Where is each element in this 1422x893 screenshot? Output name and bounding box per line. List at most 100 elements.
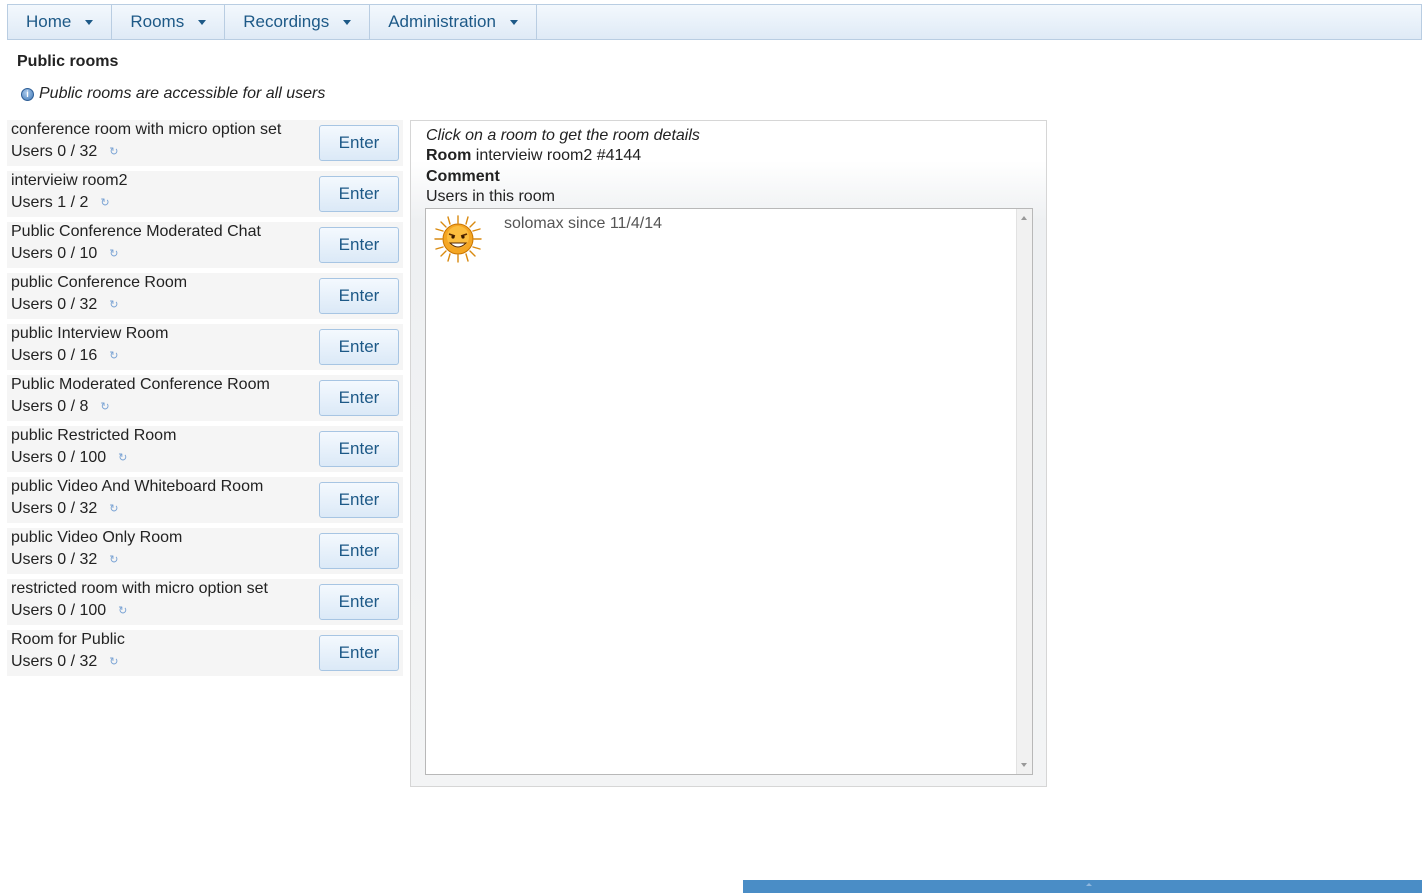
room-users-count: Users 0 / 32 bbox=[11, 296, 98, 313]
room-name: public Video And Whiteboard Room bbox=[11, 478, 264, 495]
top-menu-bar: Home Rooms Recordings Administration bbox=[7, 4, 1422, 40]
menu-label: Home bbox=[26, 12, 72, 31]
room-name: public Restricted Room bbox=[11, 427, 177, 444]
room-name: intervieiw room2 bbox=[11, 172, 128, 189]
room-row[interactable]: Public Moderated Conference Room Users 0… bbox=[7, 375, 403, 421]
room-users: Users 0 / 8 ↻ bbox=[11, 398, 110, 416]
room-name: restricted room with micro option set bbox=[11, 580, 268, 597]
room-users: Users 0 / 10 ↻ bbox=[11, 245, 118, 263]
chevron-down-icon bbox=[198, 19, 207, 25]
room-users: Users 0 / 100 ↻ bbox=[11, 602, 127, 620]
room-row[interactable]: Room for Public Users 0 / 32 ↻ Enter bbox=[7, 630, 403, 676]
room-users-count: Users 0 / 100 bbox=[11, 602, 107, 619]
bottom-panel-bar[interactable] bbox=[743, 880, 1422, 893]
room-list: conference room with micro option set Us… bbox=[7, 120, 403, 681]
room-users-count: Users 0 / 32 bbox=[11, 143, 98, 160]
details-room-value: intervieiw room2 #4144 bbox=[475, 147, 642, 164]
refresh-icon[interactable]: ↻ bbox=[109, 299, 118, 311]
refresh-icon[interactable]: ↻ bbox=[118, 605, 127, 617]
scroll-down-icon[interactable] bbox=[1021, 763, 1027, 767]
room-row[interactable]: public Conference Room Users 0 / 32 ↻ Ent… bbox=[7, 273, 403, 319]
room-row[interactable]: conference room with micro option set Us… bbox=[7, 120, 403, 166]
chevron-down-icon bbox=[85, 19, 94, 25]
menu-item-administration[interactable]: Administration bbox=[370, 5, 537, 39]
room-users-count: Users 1 / 2 bbox=[11, 194, 89, 211]
user-name: solomax since 11/4/14 bbox=[504, 215, 663, 232]
chevron-down-icon bbox=[509, 19, 518, 25]
room-users: Users 1 / 2 ↻ bbox=[11, 194, 110, 212]
room-users-count: Users 0 / 100 bbox=[11, 449, 107, 466]
enter-button[interactable]: Enter bbox=[319, 482, 399, 518]
room-users: Users 0 / 32 ↻ bbox=[11, 500, 118, 518]
menu-item-home[interactable]: Home bbox=[8, 5, 113, 39]
refresh-icon[interactable]: ↻ bbox=[109, 503, 118, 515]
details-comment-label: Comment bbox=[426, 168, 500, 185]
refresh-icon[interactable]: ↻ bbox=[109, 554, 118, 566]
details-room-label: Room bbox=[426, 147, 472, 164]
room-name: public Video Only Room bbox=[11, 529, 183, 546]
menu-item-rooms[interactable]: Rooms bbox=[112, 5, 226, 39]
refresh-icon[interactable]: ↻ bbox=[118, 452, 127, 464]
room-users: Users 0 / 32 ↻ bbox=[11, 296, 118, 314]
sun-avatar-icon bbox=[434, 215, 482, 263]
users-list[interactable]: solomax since 11/4/14 bbox=[425, 208, 1033, 775]
room-users-count: Users 0 / 32 bbox=[11, 551, 98, 568]
menu-label: Recordings bbox=[243, 12, 330, 31]
room-row[interactable]: public Interview Room Users 0 / 16 ↻ Ente… bbox=[7, 324, 403, 370]
enter-button[interactable]: Enter bbox=[319, 125, 399, 161]
room-users: Users 0 / 32 ↻ bbox=[11, 551, 118, 569]
refresh-icon[interactable]: ↻ bbox=[109, 146, 118, 158]
room-name: public Conference Room bbox=[11, 274, 188, 291]
room-users-count: Users 0 / 16 bbox=[11, 347, 98, 364]
room-row[interactable]: restricted room with micro option set Us… bbox=[7, 579, 403, 625]
refresh-icon[interactable]: ↻ bbox=[109, 350, 118, 362]
users-scrollbar[interactable] bbox=[1016, 209, 1032, 774]
enter-button[interactable]: Enter bbox=[319, 431, 399, 467]
room-row[interactable]: Public Conference Moderated Chat Users 0… bbox=[7, 222, 403, 268]
room-row[interactable]: public Video Only Room Users 0 / 32 ↻ Ent… bbox=[7, 528, 403, 574]
details-room: Room intervieiw room2 #4144 bbox=[426, 147, 641, 165]
menu-item-recordings[interactable]: Recordings bbox=[225, 5, 371, 39]
refresh-icon[interactable]: ↻ bbox=[109, 656, 118, 668]
room-name: Room for Public bbox=[11, 631, 125, 648]
room-row[interactable]: public Restricted Room Users 0 / 100 ↻ En… bbox=[7, 426, 403, 472]
room-row[interactable]: intervieiw room2 Users 1 / 2 ↻ Enter bbox=[7, 171, 403, 217]
room-name: public Interview Room bbox=[11, 325, 169, 342]
enter-button[interactable]: Enter bbox=[319, 176, 399, 212]
info-icon: i bbox=[21, 87, 34, 101]
page-info: i Public rooms are accessible for all us… bbox=[21, 85, 325, 103]
enter-button[interactable]: Enter bbox=[319, 584, 399, 620]
list-item[interactable]: solomax since 11/4/14 bbox=[432, 213, 662, 265]
details-hint: Click on a room to get the room details bbox=[426, 127, 700, 144]
room-name: Public Conference Moderated Chat bbox=[11, 223, 261, 240]
chevron-down-icon bbox=[343, 19, 352, 25]
refresh-icon[interactable]: ↻ bbox=[100, 401, 109, 413]
room-users-count: Users 0 / 10 bbox=[11, 245, 98, 262]
room-users: Users 0 / 100 ↻ bbox=[11, 449, 127, 467]
page-title: Public rooms bbox=[17, 53, 119, 70]
details-users-label: Users in this room bbox=[426, 188, 555, 205]
room-details-panel: Click on a room to get the room details … bbox=[410, 120, 1047, 787]
room-users: Users 0 / 32 ↻ bbox=[11, 143, 118, 161]
menu-label: Administration bbox=[388, 12, 496, 31]
enter-button[interactable]: Enter bbox=[319, 533, 399, 569]
room-users: Users 0 / 32 ↻ bbox=[11, 653, 118, 671]
room-users-count: Users 0 / 32 bbox=[11, 653, 98, 670]
room-row[interactable]: public Video And Whiteboard Room Users 0… bbox=[7, 477, 403, 523]
enter-button[interactable]: Enter bbox=[319, 635, 399, 671]
enter-button[interactable]: Enter bbox=[319, 227, 399, 263]
refresh-icon[interactable]: ↻ bbox=[109, 248, 118, 260]
page-info-text: Public rooms are accessible for all user… bbox=[39, 85, 326, 102]
chevron-up-icon[interactable] bbox=[1086, 883, 1092, 886]
enter-button[interactable]: Enter bbox=[319, 278, 399, 314]
menu-label: Rooms bbox=[130, 12, 185, 31]
enter-button[interactable]: Enter bbox=[319, 329, 399, 365]
refresh-icon[interactable]: ↻ bbox=[100, 197, 109, 209]
room-name: conference room with micro option set bbox=[11, 121, 282, 138]
room-name: Public Moderated Conference Room bbox=[11, 376, 270, 393]
scroll-up-icon[interactable] bbox=[1021, 216, 1027, 220]
enter-button[interactable]: Enter bbox=[319, 380, 399, 416]
room-users-count: Users 0 / 8 bbox=[11, 398, 89, 415]
room-users-count: Users 0 / 32 bbox=[11, 500, 98, 517]
room-users: Users 0 / 16 ↻ bbox=[11, 347, 118, 365]
